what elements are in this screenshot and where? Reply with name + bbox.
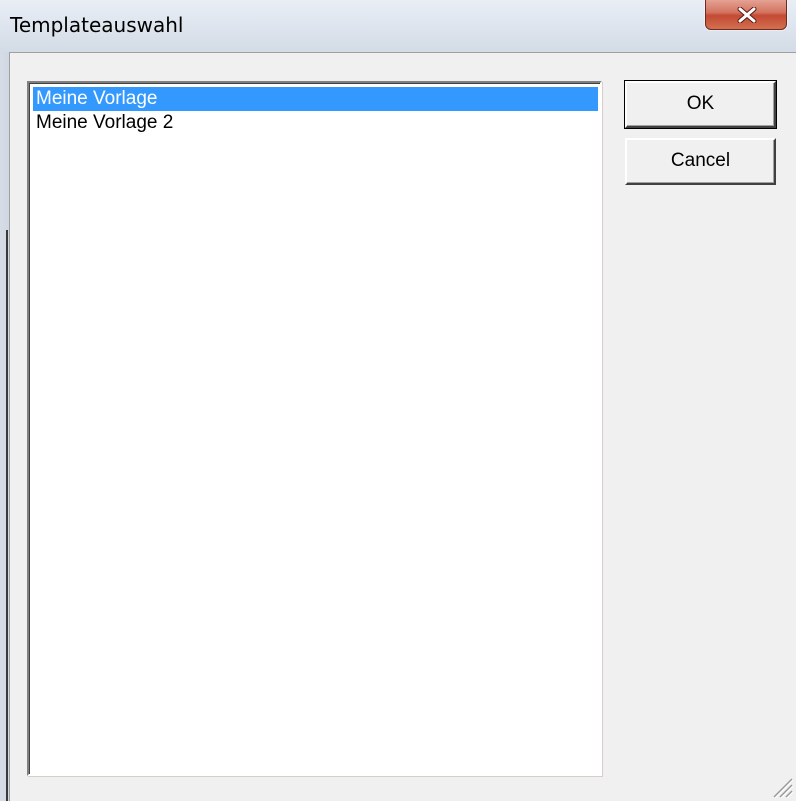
ok-button[interactable]: OK	[624, 80, 777, 129]
window-left-border-line	[6, 230, 8, 801]
resize-grip-icon[interactable]	[768, 773, 794, 799]
window-title: Templateauswahl	[10, 13, 184, 37]
close-button[interactable]	[705, 0, 787, 30]
list-item[interactable]: Meine Vorlage	[33, 87, 598, 111]
template-listbox[interactable]: Meine Vorlage Meine Vorlage 2	[27, 81, 602, 776]
cancel-button[interactable]: Cancel	[625, 138, 776, 185]
list-item[interactable]: Meine Vorlage 2	[33, 111, 598, 135]
template-selection-dialog: Templateauswahl Meine Vorlage Meine Vorl…	[0, 0, 796, 801]
title-bar: Templateauswahl	[0, 0, 796, 52]
close-icon	[737, 7, 757, 23]
